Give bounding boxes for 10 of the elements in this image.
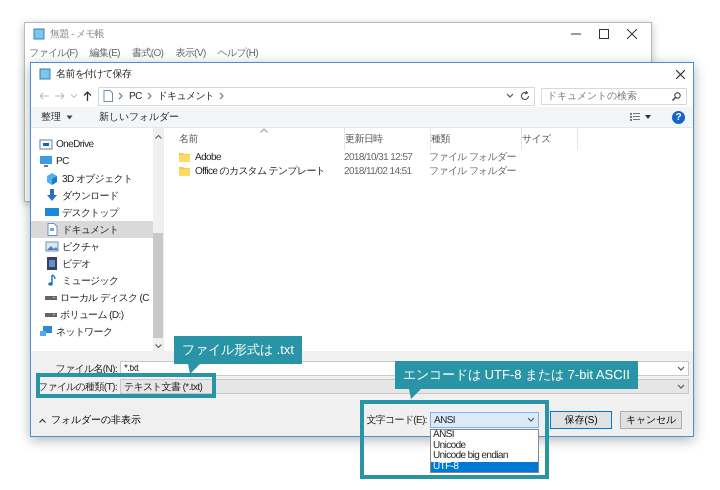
table-cell-text: 2018/10/31 12:57: [344, 152, 414, 162]
annotation-tooltip: エンコードは UTF-8 または 7-bit ASCII: [395, 361, 638, 389]
annotation-tooltip: ファイル形式は .txt: [174, 336, 302, 364]
table-cell-text: 2018/11/02 14:51: [344, 166, 413, 176]
table-cell-text: ファイル フォルダー: [429, 151, 517, 164]
table-cell-text: ファイル フォルダー: [429, 165, 517, 178]
field-label: 文字コード(E):: [366, 414, 427, 427]
field-label: ファイルの種類(T):: [37, 380, 117, 394]
dialog-title: 名前を付けて保存: [56, 68, 132, 81]
window-title: 無題 - メモ帳: [50, 28, 104, 41]
